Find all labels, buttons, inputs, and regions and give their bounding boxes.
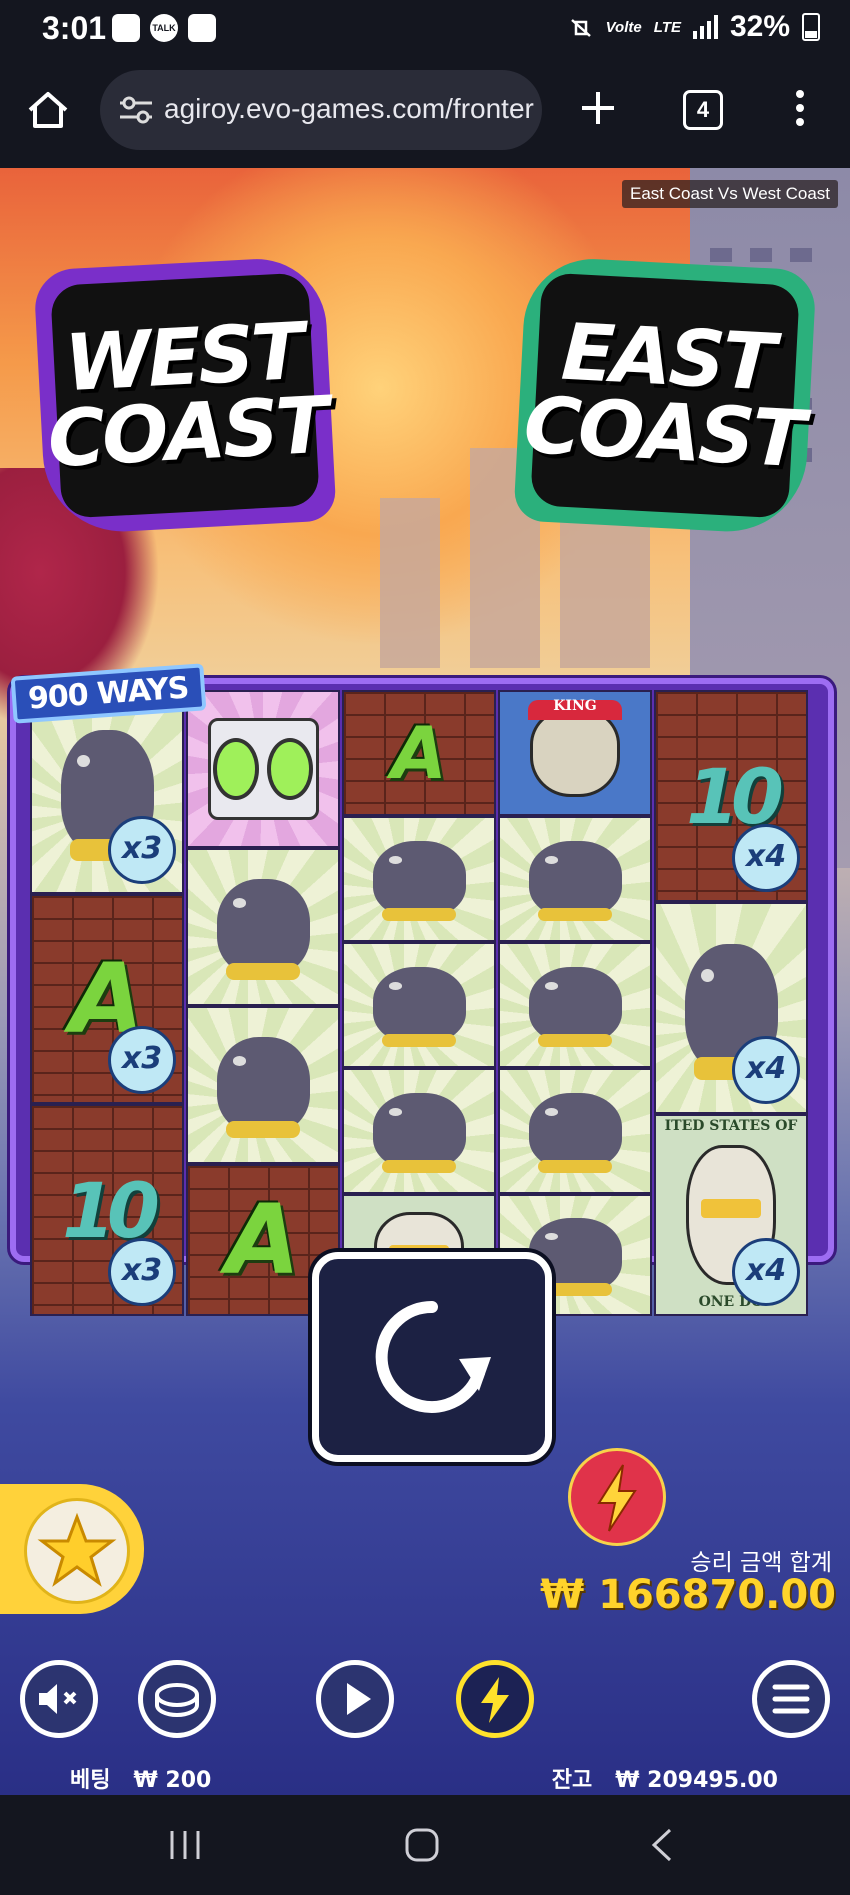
reel-cell: KING bbox=[498, 690, 652, 816]
letter-a-symbol: A bbox=[391, 711, 447, 795]
plus-icon[interactable] bbox=[578, 88, 618, 128]
cap-text: KING bbox=[553, 698, 597, 714]
bulldog-symbol bbox=[344, 944, 494, 1066]
more-icon[interactable] bbox=[790, 88, 810, 128]
reel-cell: 10 x4 bbox=[654, 690, 808, 902]
reel-cell: ITED STATES OF ONE DO x4 bbox=[654, 1114, 808, 1316]
battery-icon bbox=[802, 13, 820, 41]
autoplay-button[interactable] bbox=[316, 1660, 394, 1738]
play-icon bbox=[347, 1683, 371, 1715]
mute-button[interactable] bbox=[20, 1660, 98, 1738]
letter-a-symbol: A bbox=[225, 1184, 301, 1296]
spin-icon bbox=[375, 1300, 491, 1413]
multiplier-badge: x4 bbox=[732, 1238, 800, 1306]
bet-display: 베팅 ₩ 200 bbox=[70, 1762, 211, 1794]
balance-value: ₩ 209495.00 bbox=[615, 1768, 778, 1793]
multiplier-badge: x3 bbox=[108, 1238, 176, 1306]
reel-cell bbox=[342, 816, 496, 942]
bulldog-symbol bbox=[344, 818, 494, 940]
reel-cell: x4 bbox=[654, 902, 808, 1114]
lightning-icon bbox=[597, 1464, 637, 1532]
reel-board[interactable]: x3 A x3 10 x3 A A KING 10 x4 x4 ITED STA… bbox=[10, 678, 834, 1316]
status-bar: 3:01 TALK Volte LTE 32% bbox=[0, 0, 850, 60]
vibrate-mute-icon bbox=[570, 19, 591, 37]
reel-cell: A x3 bbox=[30, 894, 184, 1104]
reel-cell: 10 x3 bbox=[30, 1104, 184, 1316]
reel-cell bbox=[342, 942, 496, 1068]
boombox-symbol bbox=[188, 692, 338, 846]
back-icon[interactable] bbox=[650, 1827, 674, 1863]
home-icon[interactable] bbox=[26, 90, 70, 130]
turbo-bonus-button[interactable] bbox=[568, 1448, 666, 1546]
control-bar bbox=[0, 1660, 850, 1746]
notification-icons: TALK bbox=[112, 14, 216, 42]
balance-display: 잔고 ₩ 209495.00 bbox=[552, 1762, 778, 1794]
tune-icon[interactable] bbox=[118, 96, 154, 124]
reel-cell bbox=[498, 816, 652, 942]
spin-button[interactable] bbox=[312, 1252, 552, 1462]
east-logo-word2: COAST bbox=[521, 380, 805, 485]
bulldog-symbol bbox=[188, 1008, 338, 1162]
status-time: 3:01 bbox=[42, 10, 107, 46]
reel-cell: A bbox=[342, 690, 496, 816]
multiplier-badge: x3 bbox=[108, 816, 176, 884]
recent-apps-icon[interactable] bbox=[168, 1829, 202, 1861]
volte-label: Volte bbox=[605, 18, 642, 36]
url-text: agiroy.evo-games.com/fronter bbox=[164, 93, 534, 124]
home-nav-icon[interactable] bbox=[404, 1827, 440, 1863]
reel-cell bbox=[498, 1068, 652, 1194]
bet-balance-bar: 베팅 ₩ 200 잔고 ₩ 209495.00 bbox=[0, 1756, 850, 1794]
game-title-tag: East Coast Vs West Coast bbox=[622, 180, 838, 208]
reel-cell bbox=[186, 1006, 340, 1164]
address-bar[interactable]: agiroy.evo-games.com/fronter bbox=[100, 70, 542, 150]
game-controller-icon bbox=[188, 14, 216, 42]
bulldog-symbol bbox=[500, 1070, 650, 1192]
bet-value: ₩ 200 bbox=[133, 1768, 212, 1793]
coin-icon bbox=[155, 1683, 199, 1717]
lte-label: LTE bbox=[653, 18, 681, 36]
reel-cell bbox=[186, 690, 340, 848]
menu-button[interactable] bbox=[752, 1660, 830, 1738]
bet-label: 베팅 bbox=[70, 1768, 111, 1793]
east-coast-logo: EAST COAST bbox=[513, 255, 817, 536]
coin-button[interactable] bbox=[138, 1660, 216, 1738]
west-coast-logo: WEST COAST bbox=[33, 255, 337, 536]
bulldog-symbol bbox=[500, 944, 650, 1066]
bulldog-symbol bbox=[500, 818, 650, 940]
turbo-icon bbox=[481, 1677, 509, 1723]
total-win-amount: ₩ 166870.00 bbox=[540, 1572, 836, 1618]
reel-cell bbox=[498, 942, 652, 1068]
multiplier-badge: x4 bbox=[732, 1036, 800, 1104]
favorite-button[interactable] bbox=[0, 1484, 144, 1614]
bulldog-symbol bbox=[188, 850, 338, 1004]
favorite-star-icon bbox=[37, 1512, 117, 1587]
android-nav-bar bbox=[0, 1795, 850, 1895]
west-logo-word2: COAST bbox=[45, 380, 329, 485]
balance-label: 잔고 bbox=[551, 1768, 593, 1793]
battery-percent: 32% bbox=[729, 10, 790, 43]
gallery-icon bbox=[112, 14, 140, 42]
mute-icon bbox=[39, 1684, 77, 1714]
bulldog-symbol bbox=[344, 1070, 494, 1192]
reel-cell bbox=[186, 848, 340, 1006]
multiplier-badge: x3 bbox=[108, 1026, 176, 1094]
status-right: Volte LTE 32% bbox=[568, 10, 820, 44]
browser-toolbar: agiroy.evo-games.com/fronter 4 bbox=[0, 60, 850, 168]
background-building bbox=[380, 498, 440, 668]
reel-cell bbox=[342, 1068, 496, 1194]
menu-icon bbox=[772, 1684, 810, 1714]
talk-icon: TALK bbox=[150, 14, 178, 42]
signal-icon bbox=[692, 15, 718, 39]
turbo-button[interactable] bbox=[456, 1660, 534, 1738]
multiplier-badge: x4 bbox=[732, 824, 800, 892]
tabs-button[interactable]: 4 bbox=[683, 90, 723, 130]
